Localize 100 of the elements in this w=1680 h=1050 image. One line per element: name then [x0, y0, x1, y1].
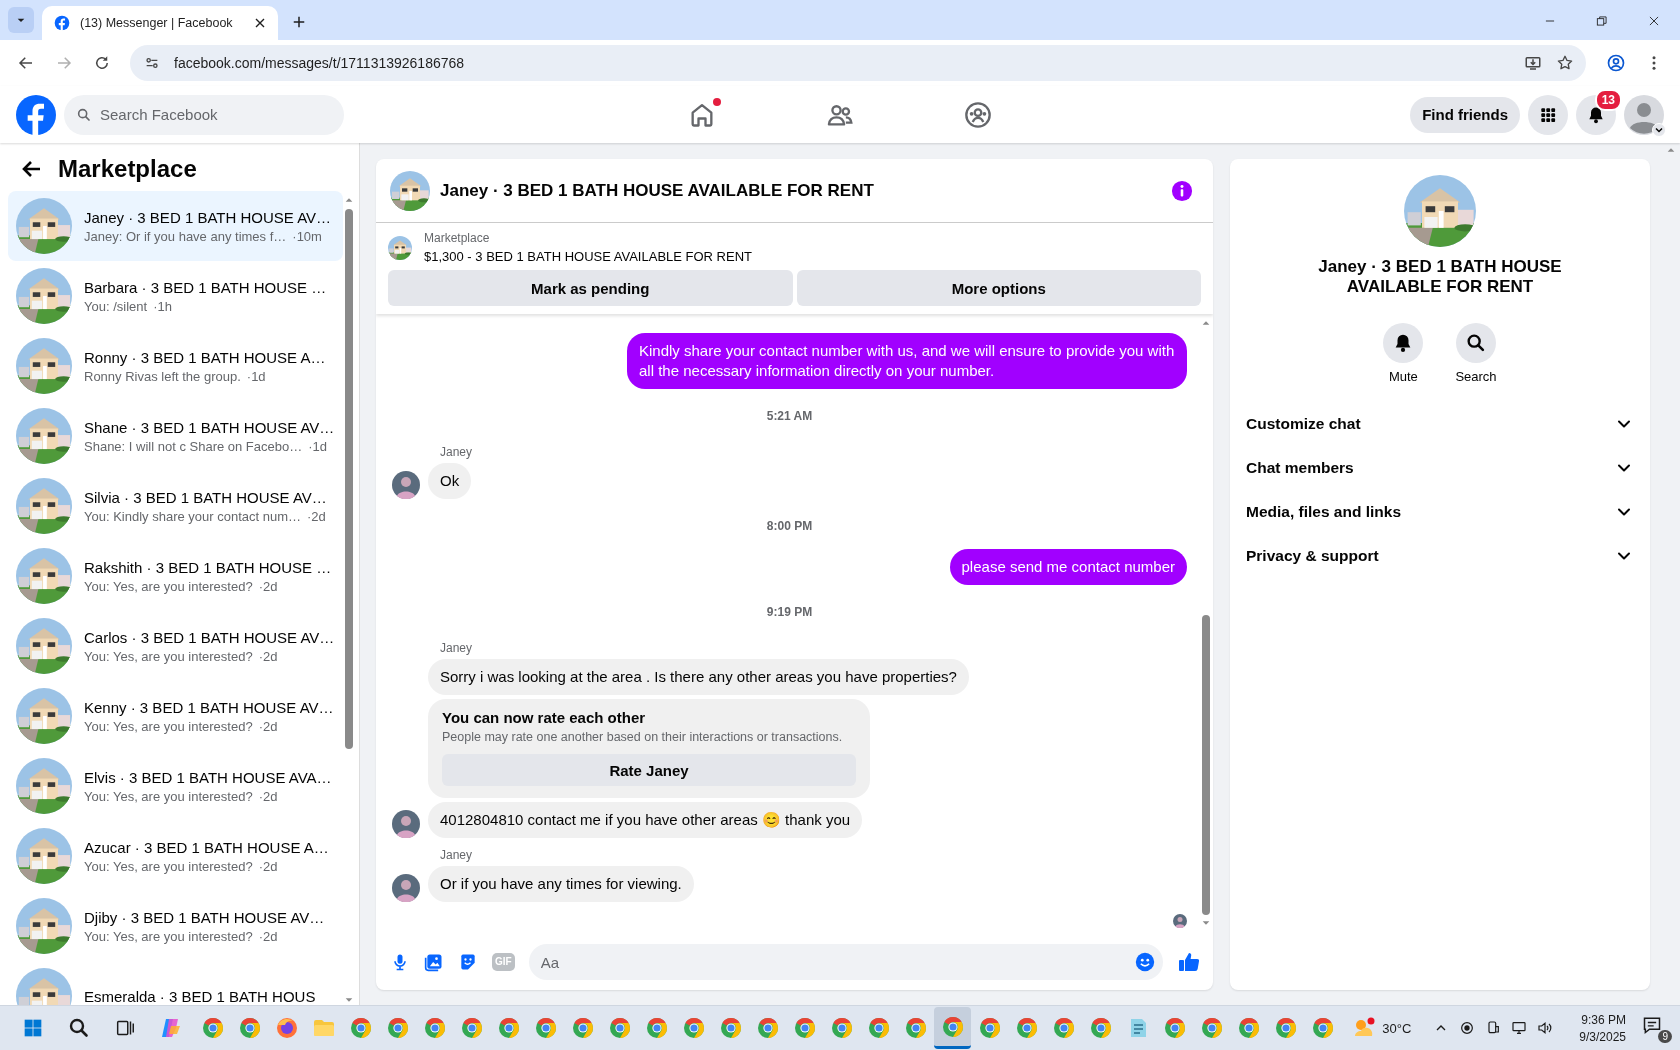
rate-button[interactable]: Rate Janey: [442, 754, 856, 786]
conversation-item[interactable]: Shane · 3 BED 1 BATH HOUSE AV… Shane: I will not c Share on Facebo… ·1d: [8, 401, 343, 471]
browser-icon[interactable]: [570, 1016, 595, 1040]
browser-icon[interactable]: [1310, 1016, 1335, 1040]
browser-icon[interactable]: [718, 1016, 743, 1040]
start-icon[interactable]: [23, 1018, 43, 1038]
forward-icon[interactable]: [55, 54, 73, 72]
browser-icon[interactable]: [829, 1016, 854, 1040]
image-icon[interactable]: [424, 952, 444, 972]
install-icon[interactable]: [1524, 54, 1542, 72]
browser-icon[interactable]: [644, 1016, 669, 1040]
browser-icon[interactable]: [755, 1016, 780, 1040]
browser-icon[interactable]: [348, 1016, 373, 1040]
network-icon[interactable]: [1511, 1020, 1528, 1036]
browser-icon[interactable]: [1051, 1016, 1076, 1040]
device-icon[interactable]: [1485, 1020, 1502, 1036]
reload-icon[interactable]: [93, 54, 111, 72]
message-field[interactable]: Aa: [528, 944, 1163, 980]
message-preview: Ronny Rivas left the group.: [84, 368, 241, 384]
menu-button[interactable]: [1528, 94, 1568, 135]
browser-icon[interactable]: [792, 1016, 817, 1040]
action-label: Search: [1455, 369, 1497, 384]
browser-icon[interactable]: [533, 1016, 558, 1040]
conversation-item[interactable]: Silvia · 3 BED 1 BATH HOUSE AV… You: Kindly share your contact num… ·2d: [8, 471, 343, 541]
tab-menu-button[interactable]: [8, 7, 34, 33]
assistant-icon[interactable]: [159, 1016, 183, 1040]
clock[interactable]: 9:36 PM 9/3/2025: [1579, 1012, 1626, 1044]
page-title: Marketplace: [58, 155, 197, 183]
browser-icon[interactable]: [681, 1016, 706, 1040]
emoji-icon[interactable]: [1134, 951, 1156, 973]
action-button[interactable]: Mark as pending: [388, 270, 793, 306]
conversation-title: Djiby · 3 BED 1 BATH HOUSE AV…: [84, 908, 325, 926]
message-preview: You: Yes, are you interested?: [84, 928, 253, 944]
conversation-title: Kenny · 3 BED 1 BATH HOUSE AV…: [84, 698, 334, 716]
section-header[interactable]: Media, files and links: [1246, 490, 1634, 534]
section-header[interactable]: Chat members: [1246, 446, 1634, 490]
site-settings-icon[interactable]: [144, 55, 160, 71]
notification-button[interactable]: 9: [1640, 1013, 1672, 1043]
avatar-icon: [392, 810, 420, 838]
account-button[interactable]: [1624, 94, 1664, 135]
favicon: [54, 15, 70, 31]
browser-icon[interactable]: [237, 1016, 262, 1040]
close-icon[interactable]: [1647, 14, 1661, 28]
conversation-item[interactable]: Carlos · 3 BED 1 BATH HOUSE AV… You: Yes, are you interested? ·2d: [8, 611, 343, 681]
search-button[interactable]: [1456, 323, 1496, 363]
firefox-icon[interactable]: [274, 1016, 299, 1040]
conversation-item[interactable]: Rakshith · 3 BED 1 BATH HOUSE … You: Yes, are you interested? ·2d: [8, 541, 343, 611]
browser-icon[interactable]: [940, 1014, 965, 1039]
listing-title: $1,300 - 3 BED 1 BATH HOUSE AVAILABLE FOR RENT: [424, 249, 752, 264]
browser-icon[interactable]: [1236, 1016, 1261, 1040]
browser-icon[interactable]: [422, 1016, 447, 1040]
conversation-item[interactable]: Kenny · 3 BED 1 BATH HOUSE AV… You: Yes, are you interested? ·2d: [8, 681, 343, 751]
section-header[interactable]: Privacy & support: [1246, 534, 1634, 578]
info-icon[interactable]: [1171, 179, 1193, 202]
find-friends-button[interactable]: Find friends: [1410, 96, 1520, 133]
browser-icon[interactable]: [1088, 1016, 1113, 1040]
card-text: People may rate one another based on their interactions or transactions.: [442, 730, 844, 744]
conversation-item[interactable]: Azucar · 3 BED 1 BATH HOUSE A… You: Yes, are you interested? ·2d: [8, 821, 343, 891]
sender-name: Janey: [440, 848, 473, 862]
browser-icon[interactable]: [607, 1016, 632, 1040]
browser-icon[interactable]: [1199, 1016, 1224, 1040]
browser-icon[interactable]: [866, 1016, 891, 1040]
browser-tab[interactable]: (13) Messenger | Facebook: [42, 6, 278, 40]
star-icon[interactable]: [1556, 54, 1574, 72]
message-preview: You: Yes, are you interested?: [84, 578, 253, 594]
timestamp: ·2d: [258, 648, 278, 664]
conversation-item[interactable]: Janey · 3 BED 1 BATH HOUSE AV… Janey: Or if you have any times f… ·10m: [8, 191, 343, 261]
address-bar[interactable]: facebook.com/messages/t/1711313926186768: [130, 45, 1586, 81]
browser-icon[interactable]: [977, 1016, 1002, 1040]
browser-icon[interactable]: [496, 1016, 521, 1040]
browser-icon[interactable]: [1162, 1016, 1187, 1040]
volume-icon[interactable]: [1537, 1020, 1554, 1036]
browser-icon[interactable]: [200, 1016, 225, 1040]
profile-icon[interactable]: [1606, 53, 1626, 73]
search-field[interactable]: Search Facebook: [64, 94, 344, 135]
search-icon: [76, 106, 92, 123]
browser-icon[interactable]: [903, 1016, 928, 1040]
section-header[interactable]: Customize chat: [1246, 402, 1634, 446]
browser-icon[interactable]: [1273, 1016, 1298, 1040]
conversation-title: Silvia · 3 BED 1 BATH HOUSE AV…: [84, 488, 327, 506]
back-icon[interactable]: [17, 54, 35, 72]
restore-icon[interactable]: [1595, 14, 1609, 28]
timestamp: ·2d: [258, 788, 278, 804]
thumbs-up-icon[interactable]: [1177, 950, 1201, 974]
conversation-item[interactable]: Barbara · 3 BED 1 BATH HOUSE … You: /silent ·1h: [8, 261, 343, 331]
logo[interactable]: [16, 94, 56, 135]
mute-button[interactable]: [1383, 323, 1424, 363]
conversation-item[interactable]: Djiby · 3 BED 1 BATH HOUSE AV… You: Yes, are you interested? ·2d: [8, 891, 343, 961]
record-icon[interactable]: [1459, 1020, 1476, 1036]
browser-icon[interactable]: [385, 1016, 410, 1040]
search-icon: [1465, 332, 1487, 354]
browser-icon[interactable]: [1014, 1016, 1039, 1040]
browser-icon[interactable]: [459, 1016, 484, 1040]
conversation-item[interactable]: Ronny · 3 BED 1 BATH HOUSE A… Ronny Rivas left the group. ·1d: [8, 331, 343, 401]
sticker-icon[interactable]: [458, 952, 478, 972]
notification-badge: 13: [1594, 88, 1622, 111]
conversation-item[interactable]: Elvis · 3 BED 1 BATH HOUSE AVA… You: Yes, are you interested? ·2d: [8, 751, 343, 821]
timestamp: ·2d: [258, 928, 278, 944]
message-preview: Janey: Or if you have any times f…: [84, 228, 287, 244]
action-button[interactable]: More options: [796, 270, 1201, 306]
